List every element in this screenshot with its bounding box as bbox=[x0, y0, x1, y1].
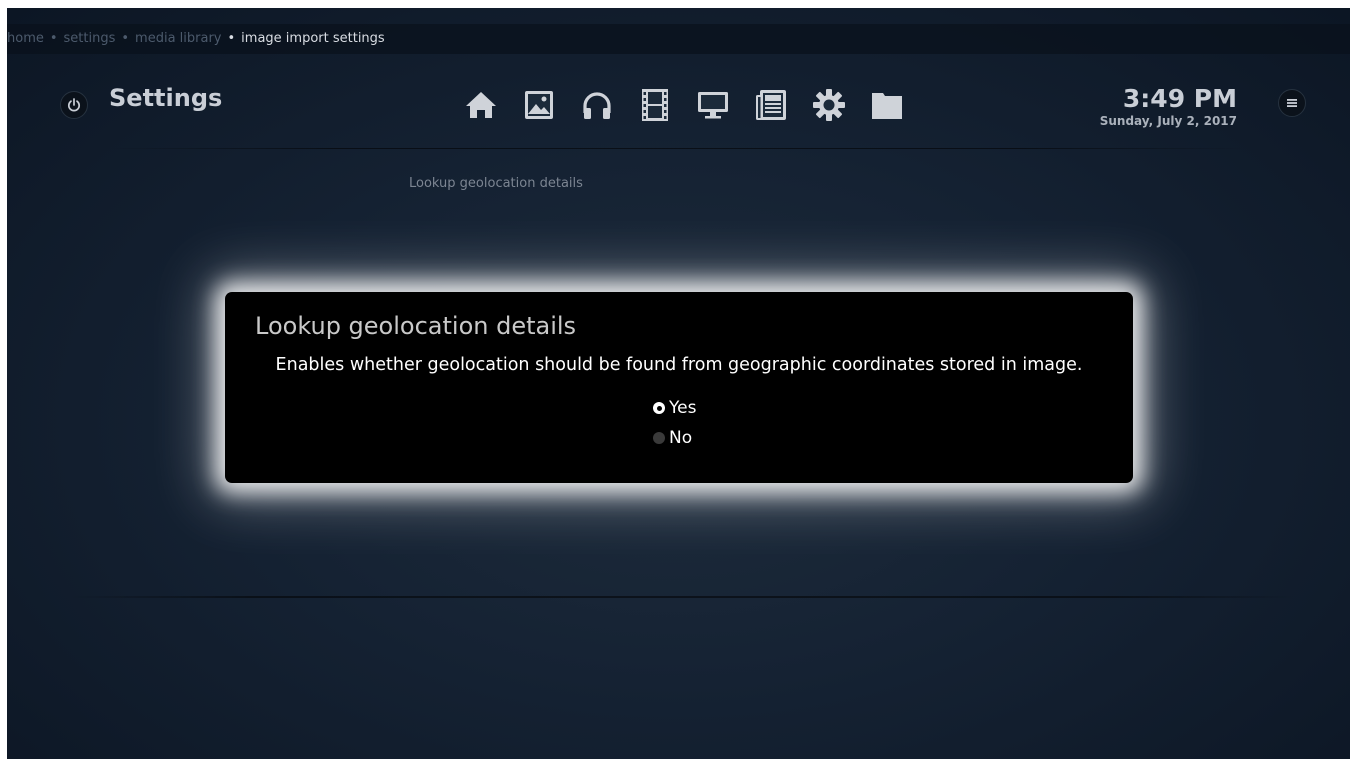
nav-news[interactable] bbox=[752, 86, 790, 124]
menu-icon bbox=[1287, 99, 1297, 107]
breadcrumb-current: image import settings bbox=[241, 31, 385, 46]
setting-label: Lookup geolocation details bbox=[409, 176, 583, 191]
settings-icon bbox=[813, 89, 845, 121]
screen: home • settings • media library • image import… bbox=[7, 8, 1350, 759]
files-icon bbox=[872, 93, 902, 119]
dialog-title: Lookup geolocation details bbox=[255, 312, 577, 340]
tv-icon bbox=[698, 92, 728, 119]
clock-date: Sunday, July 2, 2017 bbox=[1099, 114, 1237, 128]
news-icon bbox=[756, 90, 786, 120]
option-label: Yes bbox=[669, 398, 697, 418]
breadcrumb-item-media-library[interactable]: media library bbox=[135, 31, 221, 46]
breadcrumb: home • settings • media library • image import… bbox=[7, 24, 1350, 54]
page-title: Settings bbox=[109, 84, 223, 112]
nav-pictures[interactable] bbox=[520, 86, 558, 124]
option-label: No bbox=[669, 428, 693, 448]
breadcrumb-separator: • bbox=[49, 31, 58, 46]
select-dialog: Lookup geolocation details Enables wheth… bbox=[225, 292, 1133, 483]
dialog-description: Enables whether geolocation should be fo… bbox=[275, 355, 1083, 375]
breadcrumb-item-settings[interactable]: settings bbox=[64, 31, 116, 46]
clock-time: 3:49 PM bbox=[1122, 84, 1237, 113]
main-nav bbox=[462, 86, 906, 124]
breadcrumb-item-home[interactable]: home bbox=[7, 31, 44, 46]
power-button[interactable] bbox=[60, 91, 88, 119]
clock: 3:49 PM Sunday, July 2, 2017 bbox=[1067, 84, 1237, 128]
breadcrumb-items: home • settings • media library • image import… bbox=[7, 24, 385, 54]
power-icon bbox=[67, 98, 81, 112]
nav-home[interactable] bbox=[462, 86, 500, 124]
nav-settings[interactable] bbox=[810, 86, 848, 124]
radio-unselected-icon bbox=[653, 432, 665, 444]
nav-music[interactable] bbox=[578, 86, 616, 124]
radio-selected-icon bbox=[653, 402, 665, 414]
header-divider bbox=[107, 148, 1247, 149]
option-no[interactable]: No bbox=[653, 427, 692, 449]
option-yes[interactable]: Yes bbox=[653, 397, 696, 419]
content-divider bbox=[67, 596, 1297, 598]
breadcrumb-separator: • bbox=[227, 31, 236, 46]
breadcrumb-separator: • bbox=[121, 31, 130, 46]
music-icon bbox=[583, 92, 611, 119]
videos-icon bbox=[642, 89, 668, 121]
nav-tv[interactable] bbox=[694, 86, 732, 124]
pictures-icon bbox=[525, 91, 553, 119]
header: Settings 3:49 PM Sunday, July 2, 2017 bbox=[7, 80, 1350, 150]
home-icon bbox=[466, 92, 496, 118]
nav-files[interactable] bbox=[868, 86, 906, 124]
menu-button[interactable] bbox=[1278, 89, 1306, 117]
nav-videos[interactable] bbox=[636, 86, 674, 124]
